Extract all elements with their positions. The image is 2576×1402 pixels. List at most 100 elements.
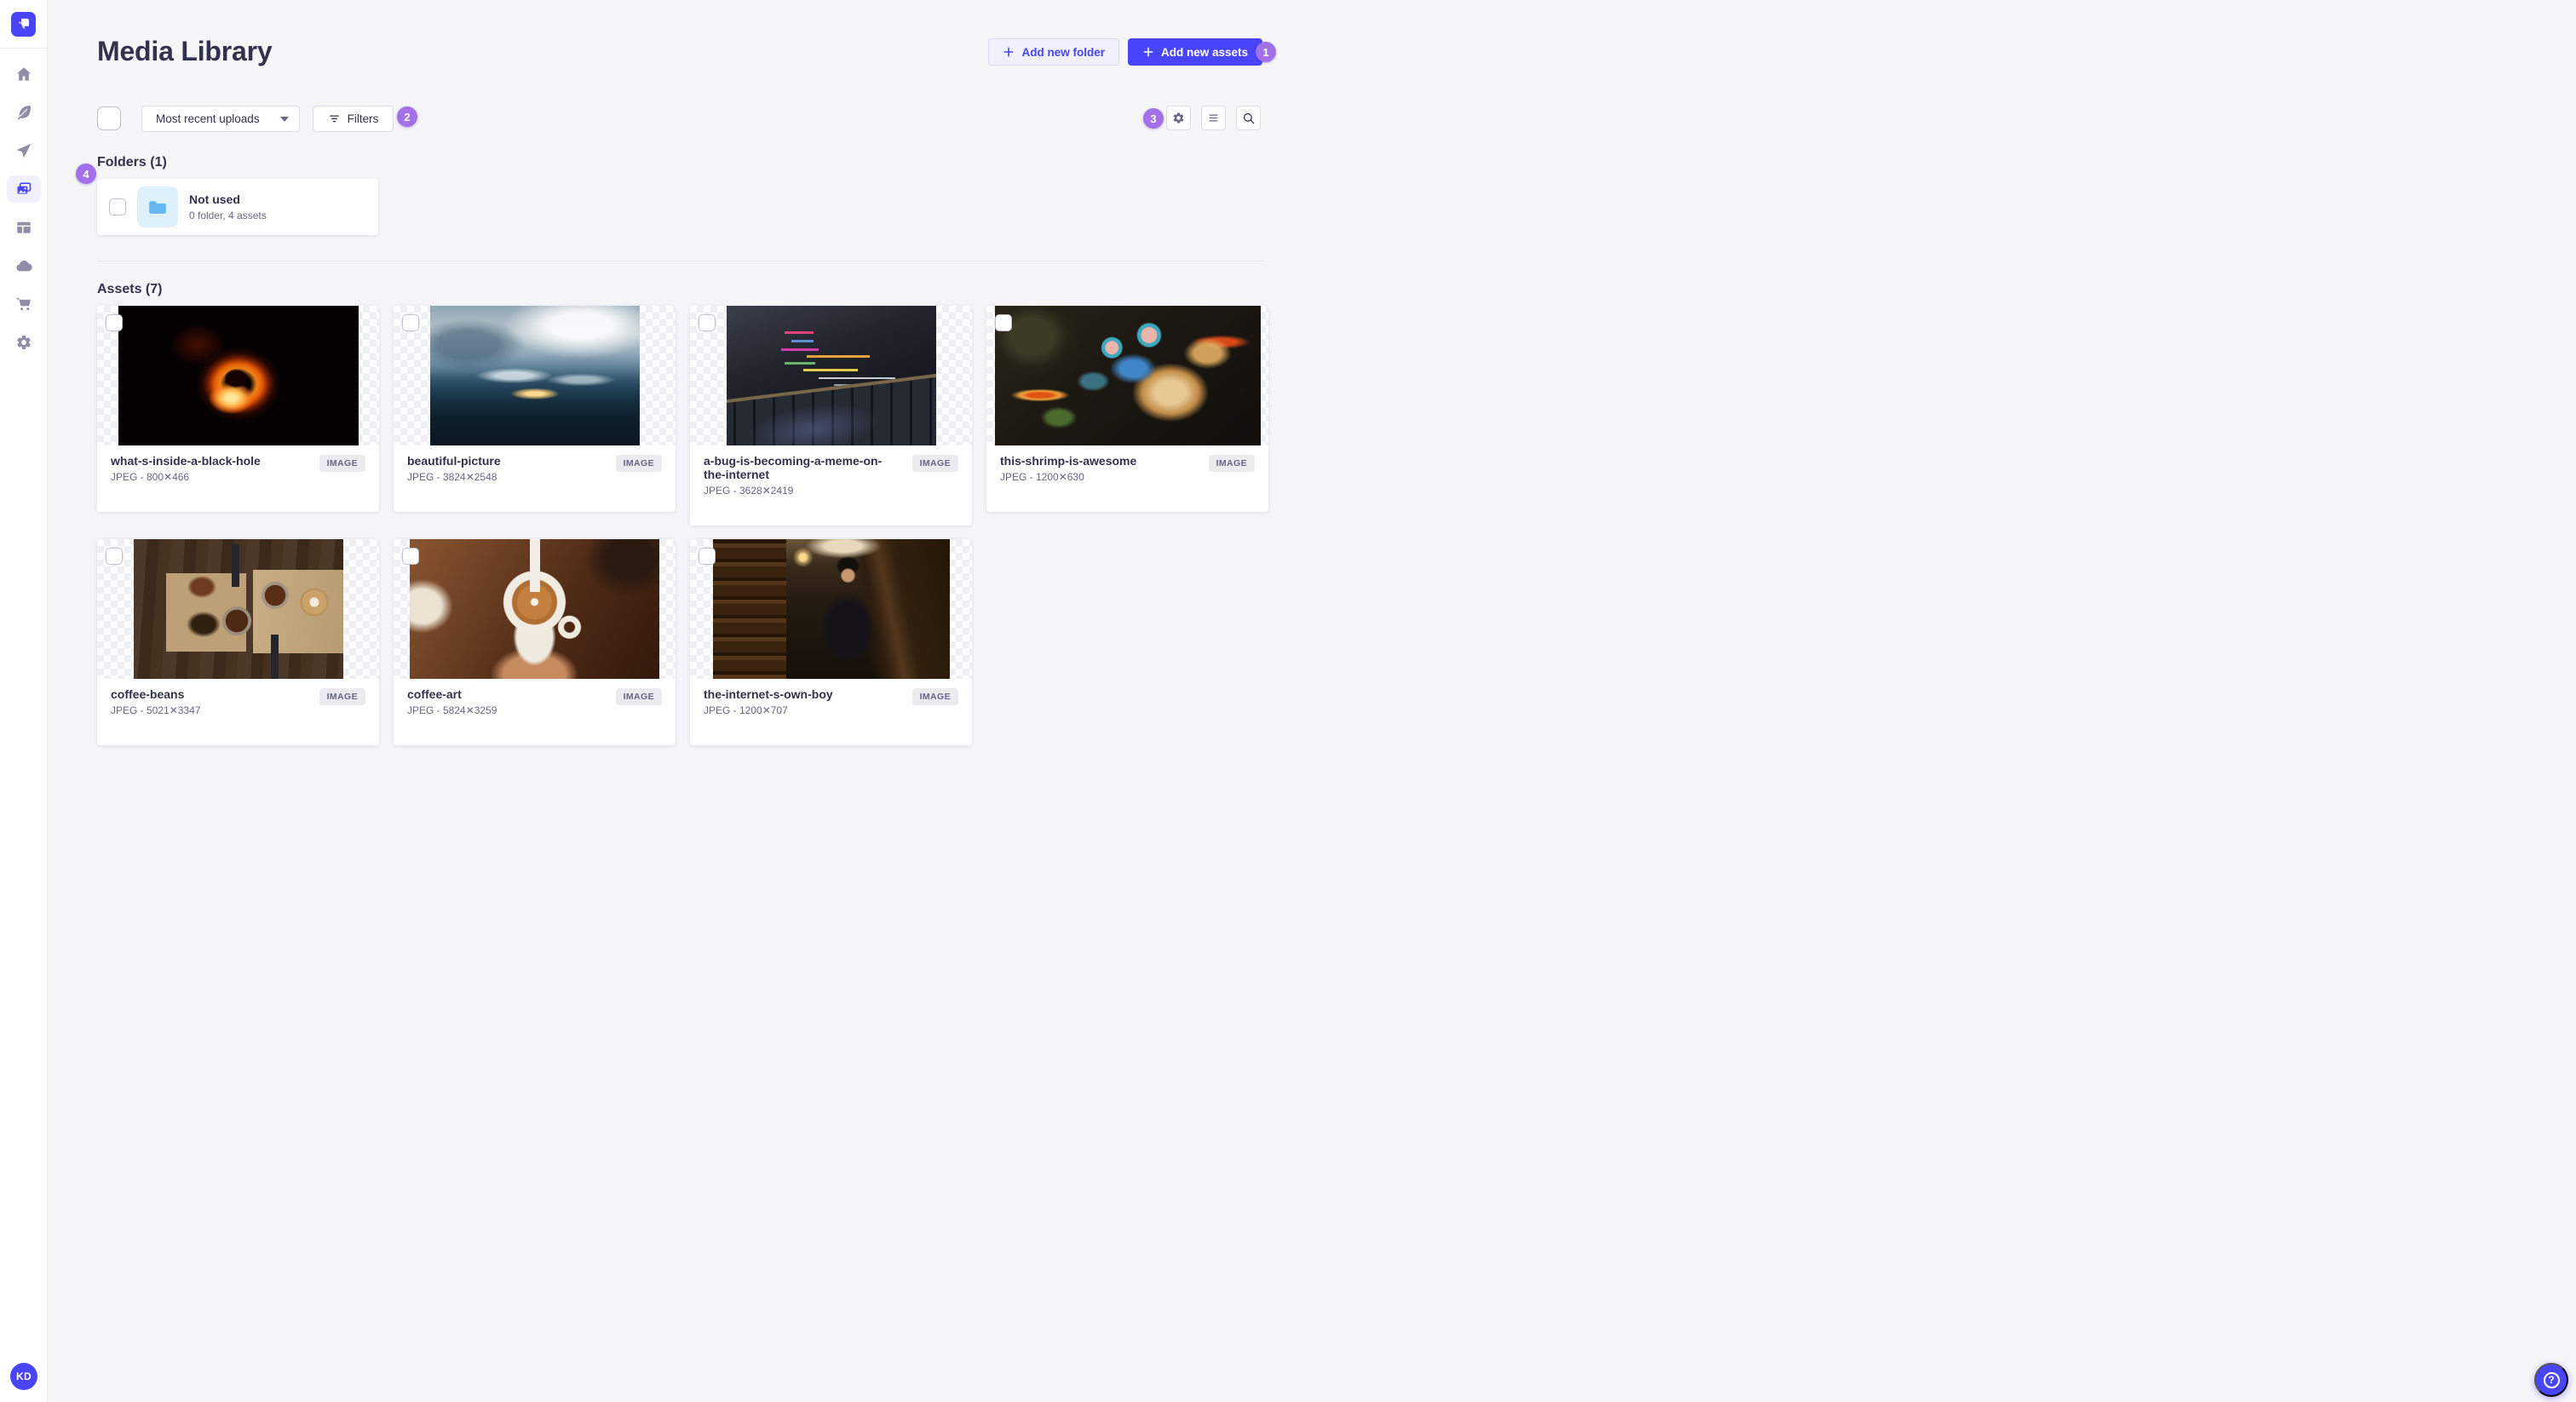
logo-container [0,0,47,49]
folder-checkbox[interactable] [109,198,126,215]
asset-card[interactable]: this-shrimp-is-awesome JPEG - 1200✕630 I… [986,306,1268,512]
asset-meta: JPEG - 1200✕630 [1000,471,1084,483]
asset-meta: JPEG - 3824✕2548 [407,471,497,483]
sort-dropdown-value: Most recent uploads [156,112,260,125]
sidebar-item-marketplace[interactable] [0,284,47,323]
asset-info: the-internet-s-own-boy JPEG - 1200✕707 I… [690,679,972,745]
sidebar-nav [0,55,47,361]
sort-dropdown[interactable]: Most recent uploads [141,106,300,132]
asset-title: coffee-beans [111,687,185,701]
search-button[interactable] [1236,106,1261,130]
filters-label: Filters [347,112,379,125]
asset-info: this-shrimp-is-awesome JPEG - 1200✕630 I… [986,445,1268,512]
folder-info: Not used 0 folder, 4 assets [189,192,267,221]
question-mark-icon: ? [2543,1371,2560,1388]
sidebar-item-releases[interactable] [0,131,47,170]
assets-grid-row: coffee-beans JPEG - 5021✕3347 IMAGE coff… [97,539,1288,745]
asset-type-badge: IMAGE [319,688,365,705]
gear-icon [16,335,31,349]
page-header: Media Library Add new folder Add new ass… [97,0,1288,72]
add-new-assets-label: Add new assets [1160,45,1248,59]
asset-checkbox[interactable] [106,548,123,565]
main-content: Media Library Add new folder Add new ass… [48,0,1288,745]
list-icon [1209,114,1218,122]
sidebar-item-content-builder[interactable] [0,93,47,131]
latte-art-photo [410,539,659,679]
asset-type-badge: IMAGE [911,455,958,472]
asset-card[interactable]: beautiful-picture JPEG - 3824✕2548 IMAGE [394,306,676,512]
asset-title: a-bug-is-becoming-a-meme-on-the-internet [704,454,883,481]
folder-card[interactable]: Not used 0 folder, 4 assets [97,179,378,235]
asset-title: the-internet-s-own-boy [704,687,833,701]
asset-info: coffee-art JPEG - 5824✕3259 IMAGE [394,679,676,745]
asset-info: a-bug-is-becoming-a-meme-on-the-internet… [690,445,972,526]
asset-title: this-shrimp-is-awesome [1000,454,1137,468]
sidebar-item-settings[interactable] [0,323,47,361]
asset-thumbnail [986,306,1268,445]
list-view-button[interactable] [1201,106,1226,130]
strapi-logo-icon [18,18,29,30]
asset-card[interactable]: a-bug-is-becoming-a-meme-on-the-internet… [690,306,972,526]
grid-settings-button[interactable] [1166,106,1191,130]
asset-card[interactable]: the-internet-s-own-boy JPEG - 1200✕707 I… [690,539,972,745]
asset-meta: JPEG - 1200✕707 [704,704,788,716]
sidebar-item-cloud[interactable] [0,246,47,284]
feather-icon [17,105,31,120]
sidebar-item-home[interactable] [0,55,47,93]
paper-plane-icon [16,143,31,158]
asset-info: beautiful-picture JPEG - 3824✕2548 IMAGE [394,445,676,512]
help-button[interactable]: ? [2534,1363,2568,1397]
asset-checkbox[interactable] [995,314,1012,331]
asset-checkbox[interactable] [402,548,419,565]
asset-checkbox[interactable] [699,314,716,331]
sidebar-item-content-manager[interactable] [0,208,47,246]
asset-checkbox[interactable] [699,548,716,565]
annotation-badge-4: 4 [76,164,96,184]
asset-type-badge: IMAGE [615,688,662,705]
asset-type-badge: IMAGE [615,455,662,472]
home-icon [16,66,31,81]
asset-meta: JPEG - 5021✕3347 [111,704,201,716]
folder-icon [149,201,166,214]
select-all-checkbox[interactable] [97,106,121,130]
chevron-down-icon [280,116,289,122]
page-title: Media Library [97,36,273,66]
asset-meta: JPEG - 5824✕3259 [407,704,497,716]
add-new-folder-button[interactable]: Add new folder [988,38,1119,66]
library-portrait-photo [712,539,950,679]
asset-card[interactable]: coffee-beans JPEG - 5021✕3347 IMAGE [97,539,379,745]
assets-grid-row: what-s-inside-a-black-hole JPEG - 800✕46… [97,306,1288,526]
cloud-icon [15,260,32,271]
filters-button[interactable]: Filters [313,106,394,132]
folder-title: Not used [189,192,240,206]
toolbar: Most recent uploads Filters [97,106,1288,132]
asset-thumbnail [97,539,379,679]
asset-card[interactable]: what-s-inside-a-black-hole JPEG - 800✕46… [97,306,379,512]
folder-tile [137,187,178,227]
header-actions: Add new folder Add new assets [988,38,1262,66]
sidebar-item-media-library[interactable] [0,170,47,208]
user-avatar[interactable]: KD [10,1363,37,1390]
plus-icon [1003,47,1014,57]
asset-card[interactable]: coffee-art JPEG - 5824✕3259 IMAGE [394,539,676,745]
asset-checkbox[interactable] [402,314,419,331]
annotation-badge-3: 3 [1143,108,1164,129]
view-options [1166,106,1261,130]
asset-checkbox[interactable] [106,314,123,331]
asset-type-badge: IMAGE [911,688,958,705]
asset-thumbnail [97,306,379,445]
asset-meta: JPEG - 800✕466 [111,471,190,483]
search-icon [1243,112,1254,124]
mantis-shrimp-photo [994,306,1261,445]
mountain-landscape-photo [429,306,640,445]
layout-icon [16,221,31,233]
gear-icon [1173,112,1184,124]
folder-subtitle: 0 folder, 4 assets [189,210,267,221]
asset-thumbnail [394,539,676,679]
app-logo-button[interactable] [11,11,36,37]
asset-thumbnail [690,539,972,679]
annotation-badge-2: 2 [397,106,417,127]
asset-info: coffee-beans JPEG - 5021✕3347 IMAGE [97,679,379,745]
asset-thumbnail [394,306,676,445]
add-new-assets-button[interactable]: Add new assets [1127,38,1262,66]
